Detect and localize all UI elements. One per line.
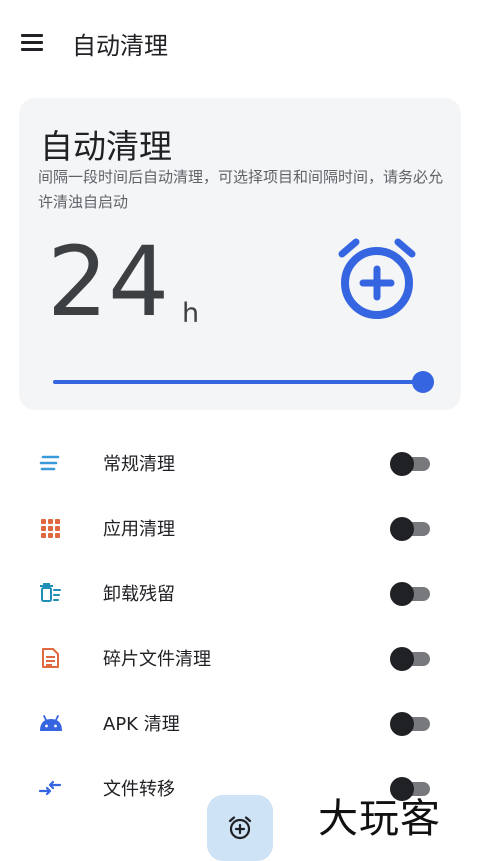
grid-icon [38, 516, 62, 540]
alarm-add-icon [228, 816, 252, 840]
toggle-switch[interactable] [390, 452, 430, 476]
slider-fill [53, 380, 423, 384]
switch-thumb [390, 647, 414, 671]
card-title: 自动清理 [40, 127, 172, 166]
document-icon [38, 646, 62, 670]
list-item[interactable]: 卸载残留 [0, 560, 480, 624]
interval-value: 24 [47, 226, 170, 338]
item-label: APK 清理 [103, 714, 180, 735]
trash-list-icon [38, 581, 62, 605]
list-item[interactable]: 应用清理 [0, 495, 480, 559]
switch-thumb [390, 452, 414, 476]
item-label: 应用清理 [103, 519, 175, 540]
toggle-switch[interactable] [390, 517, 430, 541]
add-alarm-button[interactable] [207, 795, 273, 861]
switch-thumb [390, 712, 414, 736]
list-item[interactable]: APK 清理 [0, 690, 480, 754]
auto-clean-card: 自动清理 间隔一段时间后自动清理，可选择项目和间隔时间，请务必允许清浊自启动 2… [19, 98, 461, 410]
transfer-icon [38, 776, 62, 800]
watermark: 大玩客 [318, 796, 441, 842]
switch-thumb [390, 582, 414, 606]
toggle-switch[interactable] [390, 712, 430, 736]
card-description: 间隔一段时间后自动清理，可选择项目和间隔时间，请务必允许清浊自启动 [38, 168, 444, 211]
toggle-switch[interactable] [390, 647, 430, 671]
android-icon [38, 711, 62, 735]
item-label: 卸载残留 [103, 584, 175, 605]
interval-unit: h [182, 298, 200, 329]
item-label: 文件转移 [103, 779, 175, 800]
list-item[interactable]: 常规清理 [0, 430, 480, 494]
interval-slider[interactable] [53, 368, 435, 396]
menu-icon[interactable] [18, 28, 48, 58]
lines-icon [38, 451, 62, 475]
list-item[interactable]: 碎片文件清理 [0, 625, 480, 689]
item-label: 常规清理 [103, 454, 175, 475]
item-label: 碎片文件清理 [103, 649, 211, 670]
switch-thumb [390, 517, 414, 541]
slider-thumb[interactable] [412, 371, 434, 393]
toggle-switch[interactable] [390, 582, 430, 606]
app-bar: 自动清理 [0, 0, 480, 86]
alarm-add-icon[interactable] [332, 234, 422, 324]
page-title: 自动清理 [72, 32, 168, 60]
